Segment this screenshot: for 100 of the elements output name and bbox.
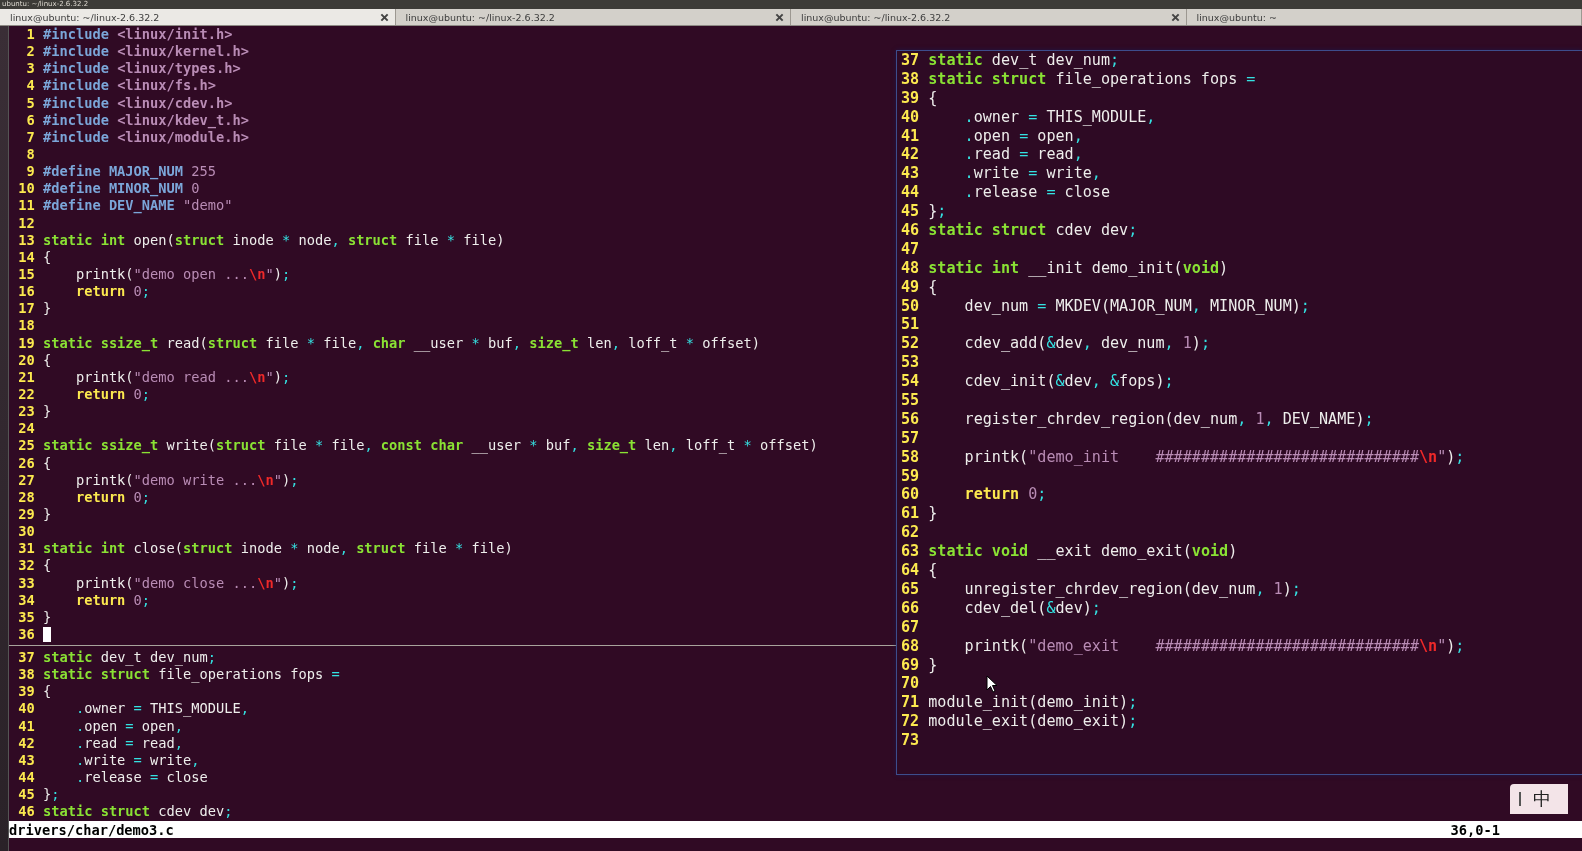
line-number: 62 (901, 523, 920, 543)
code-line: #include <linux/kdev_t.h> (42, 111, 249, 129)
line-number: 41 (901, 126, 920, 146)
code-line: } (928, 504, 938, 524)
line-number: 50 (901, 296, 920, 316)
close-icon[interactable] (775, 12, 784, 22)
line-number: 37 (901, 51, 920, 70)
code-line: #include <linux/kernel.h> (42, 43, 249, 61)
line-number: 64 (901, 561, 920, 580)
line-number: 7 (25, 128, 35, 146)
line-number: 26 (17, 454, 35, 472)
line-number: 58 (901, 447, 920, 467)
code-line: dev_num = MKDEV(MAJOR_NUM, MINOR_NUM); (963, 296, 1310, 316)
line-number: 3 (25, 60, 35, 78)
code-line: #include <linux/module.h> (42, 128, 249, 146)
line-number: 27 (17, 471, 35, 489)
code-line: .open = open, (963, 126, 1083, 146)
code-line: { (42, 557, 52, 575)
code-line: static dev_t dev_num; (42, 649, 217, 667)
input-method-indicator[interactable]: 中 (1510, 784, 1568, 814)
line-number: 44 (17, 769, 35, 787)
code-line: static void __exit demo_exit(void) (928, 542, 1238, 562)
code-line: return 0; (74, 385, 151, 404)
line-number: 23 (17, 403, 35, 421)
line-number: 59 (901, 466, 920, 486)
code-line: static ssize_t write(struct file * file, const char __user * buf, size_t len, loff_t * offset) (42, 437, 818, 455)
code-line: } (42, 403, 52, 421)
code-line: static int close(struct inode * node, struct file * file) (42, 540, 513, 558)
line-number: 45 (901, 202, 920, 221)
line-number: 55 (901, 391, 920, 410)
code-line: #include <linux/init.h> (42, 26, 233, 44)
code-line: { (42, 454, 52, 472)
line-number: 41 (17, 717, 35, 735)
line-number: 33 (17, 574, 35, 592)
line-number: 17 (17, 300, 35, 318)
line-number: 56 (901, 409, 920, 429)
line-number: 61 (901, 504, 920, 524)
line-number: 22 (17, 385, 35, 404)
line-number: 39 (901, 88, 920, 108)
cursor-position: 36,0-1 (1450, 821, 1500, 838)
line-number: 5 (25, 94, 35, 112)
line-number: 45 (17, 786, 35, 804)
code-line: #include <linux/fs.h> (42, 77, 217, 95)
line-number: 10 (17, 180, 35, 198)
code-line: cdev_del(&dev); (963, 598, 1101, 618)
code-line: #define MAJOR_NUM 255 (42, 163, 216, 181)
code-line: { (42, 351, 52, 369)
code-line: printk("demo_init #############################\n"); (963, 447, 1465, 467)
code-line: unregister_chrdev_region(dev_num, 1); (963, 579, 1301, 599)
line-number: 1 (25, 26, 35, 44)
line-number: 43 (901, 164, 920, 184)
line-number: 25 (17, 437, 35, 455)
line-number: 68 (901, 636, 920, 656)
line-number: 44 (901, 183, 920, 203)
close-icon[interactable] (1170, 12, 1180, 22)
code-line: module_exit(demo_exit); (928, 712, 1138, 732)
code-line: return 0; (963, 485, 1047, 505)
code-line: { (928, 561, 938, 580)
line-number: 54 (901, 372, 920, 392)
code-line: { (42, 248, 52, 266)
code-line: static int __init demo_init(void) (928, 258, 1229, 278)
line-number: 38 (17, 666, 35, 684)
line-number: 49 (901, 277, 920, 297)
line-number: 72 (901, 712, 920, 732)
code-line: cdev_init(&dev, &fops); (963, 372, 1174, 392)
code-line: return 0; (74, 283, 151, 301)
line-number: 34 (17, 591, 35, 609)
code-line: }; (928, 202, 947, 221)
line-number: 20 (17, 351, 35, 369)
terminal-tab[interactable]: linux@ubuntu: ~/linux-2.6.32.2 (0, 9, 396, 25)
close-icon[interactable] (379, 12, 389, 22)
code-line: module_init(demo_init); (928, 693, 1138, 713)
code-line: printk("demo close ...\n"); (74, 574, 299, 592)
line-number: 46 (901, 221, 920, 240)
code-line: static struct cdev dev; (42, 803, 233, 821)
code-line: .owner = THIS_MODULE, (74, 700, 249, 718)
code-line: { (42, 683, 52, 701)
code-line: printk("demo read ...\n"); (74, 368, 291, 386)
line-number: 46 (17, 803, 35, 821)
line-number: 70 (901, 674, 920, 694)
code-line: .read = read, (74, 734, 184, 752)
line-number: 32 (17, 557, 35, 575)
code-line: .read = read, (963, 145, 1083, 165)
line-number: 39 (17, 683, 35, 701)
line-number: 67 (901, 617, 920, 637)
line-number: 43 (17, 751, 35, 770)
code-line: }; (42, 786, 60, 804)
code-line: { (928, 88, 938, 108)
line-number: 29 (17, 505, 35, 524)
terminal-tab[interactable]: linux@ubuntu: ~ (1186, 9, 1582, 25)
terminal-tab[interactable]: linux@ubuntu: ~/linux-2.6.32.2 (395, 9, 791, 25)
code-line: static struct file_operations fops = (42, 666, 340, 684)
code-line: .release = close (963, 183, 1110, 203)
line-number: 28 (17, 488, 35, 506)
code-line: #include <linux/cdev.h> (42, 94, 233, 112)
code-line: } (42, 505, 52, 524)
line-number: 52 (901, 334, 920, 354)
terminal-tab[interactable]: linux@ubuntu: ~/linux-2.6.32.2 (791, 9, 1187, 25)
code-line: static int open(struct inode * node, struct file * file) (42, 231, 505, 249)
line-number: 73 (901, 731, 920, 750)
